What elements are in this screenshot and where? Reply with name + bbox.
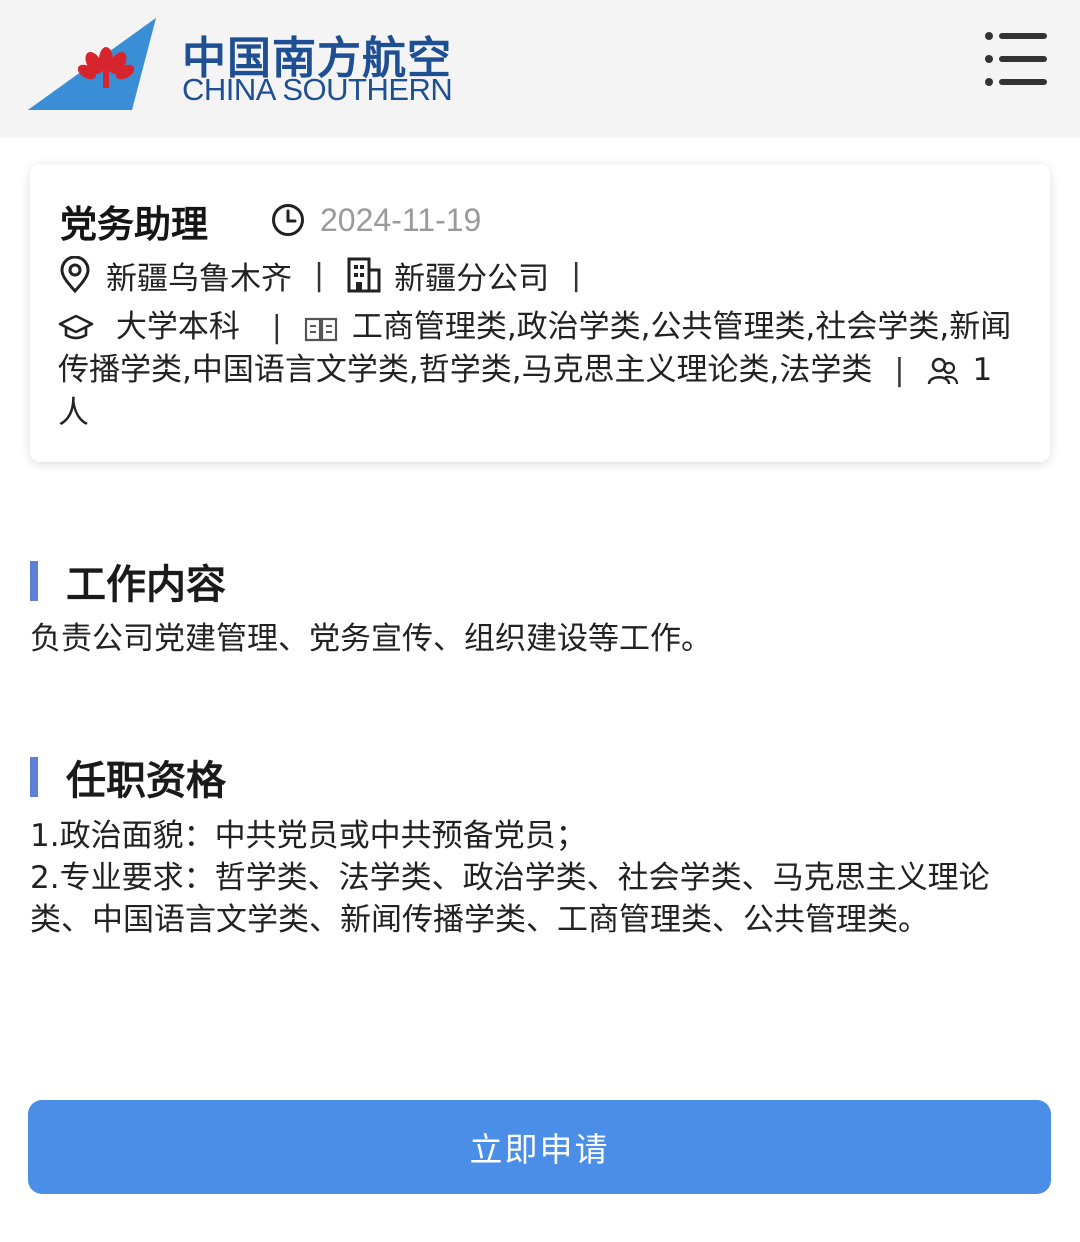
- location-pin-icon: [58, 256, 92, 294]
- separator: |: [271, 310, 282, 345]
- duty-section-title: 工作内容: [66, 562, 226, 608]
- app-header: 中国南方航空 CHINA SOUTHERN: [0, 0, 1080, 138]
- separator: |: [894, 353, 905, 388]
- job-summary-card: 党务助理 2024-11-19 新疆乌鲁木齐 | 新疆分公司 | 大学本科 | …: [30, 164, 1050, 462]
- post-date: 2024-11-19: [270, 200, 481, 240]
- qualification-section-header: 任职资格: [30, 752, 226, 804]
- separator: |: [314, 257, 325, 293]
- qualification-line-1: 1.政治面貌：中共党员或中共预备党员；: [30, 818, 587, 854]
- section-accent-bar: [30, 757, 38, 797]
- qualification-section-title: 任职资格: [66, 758, 226, 804]
- qualification-text: 1.政治面貌：中共党员或中共预备党员； 2.专业要求：哲学类、法学类、政治学类、…: [30, 815, 1050, 941]
- china-southern-logo-icon[interactable]: [28, 18, 156, 110]
- brand-name-en: CHINA SOUTHERN: [182, 72, 453, 107]
- post-date-text: 2024-11-19: [320, 201, 482, 238]
- book-icon: [304, 315, 338, 343]
- section-accent-bar: [30, 561, 38, 601]
- apply-now-button[interactable]: 立即申请: [28, 1100, 1051, 1194]
- people-icon: [927, 356, 959, 386]
- qualification-line-2: 2.专业要求：哲学类、法学类、政治学类、社会学类、马克思主义理论类、中国语言文学…: [30, 860, 990, 938]
- clock-icon: [272, 204, 304, 236]
- duty-text: 负责公司党建管理、党务宣传、组织建设等工作。: [30, 621, 712, 657]
- duty-section-header: 工作内容: [30, 556, 226, 608]
- graduation-cap-icon: [58, 313, 94, 343]
- requirements-row: 大学本科 | 工商管理类,政治学类,公共管理类,社会学类,新闻传播学类,中国语言…: [58, 306, 1018, 435]
- job-title: 党务助理: [60, 203, 208, 246]
- company-text: 新疆分公司: [394, 260, 550, 297]
- education-text: 大学本科: [115, 309, 240, 345]
- location-text: 新疆乌鲁木齐: [106, 260, 292, 297]
- menu-list-icon[interactable]: [984, 30, 1048, 88]
- separator: |: [571, 257, 582, 293]
- location-row: 新疆乌鲁木齐 | 新疆分公司 |: [58, 252, 603, 298]
- building-icon: [346, 256, 382, 294]
